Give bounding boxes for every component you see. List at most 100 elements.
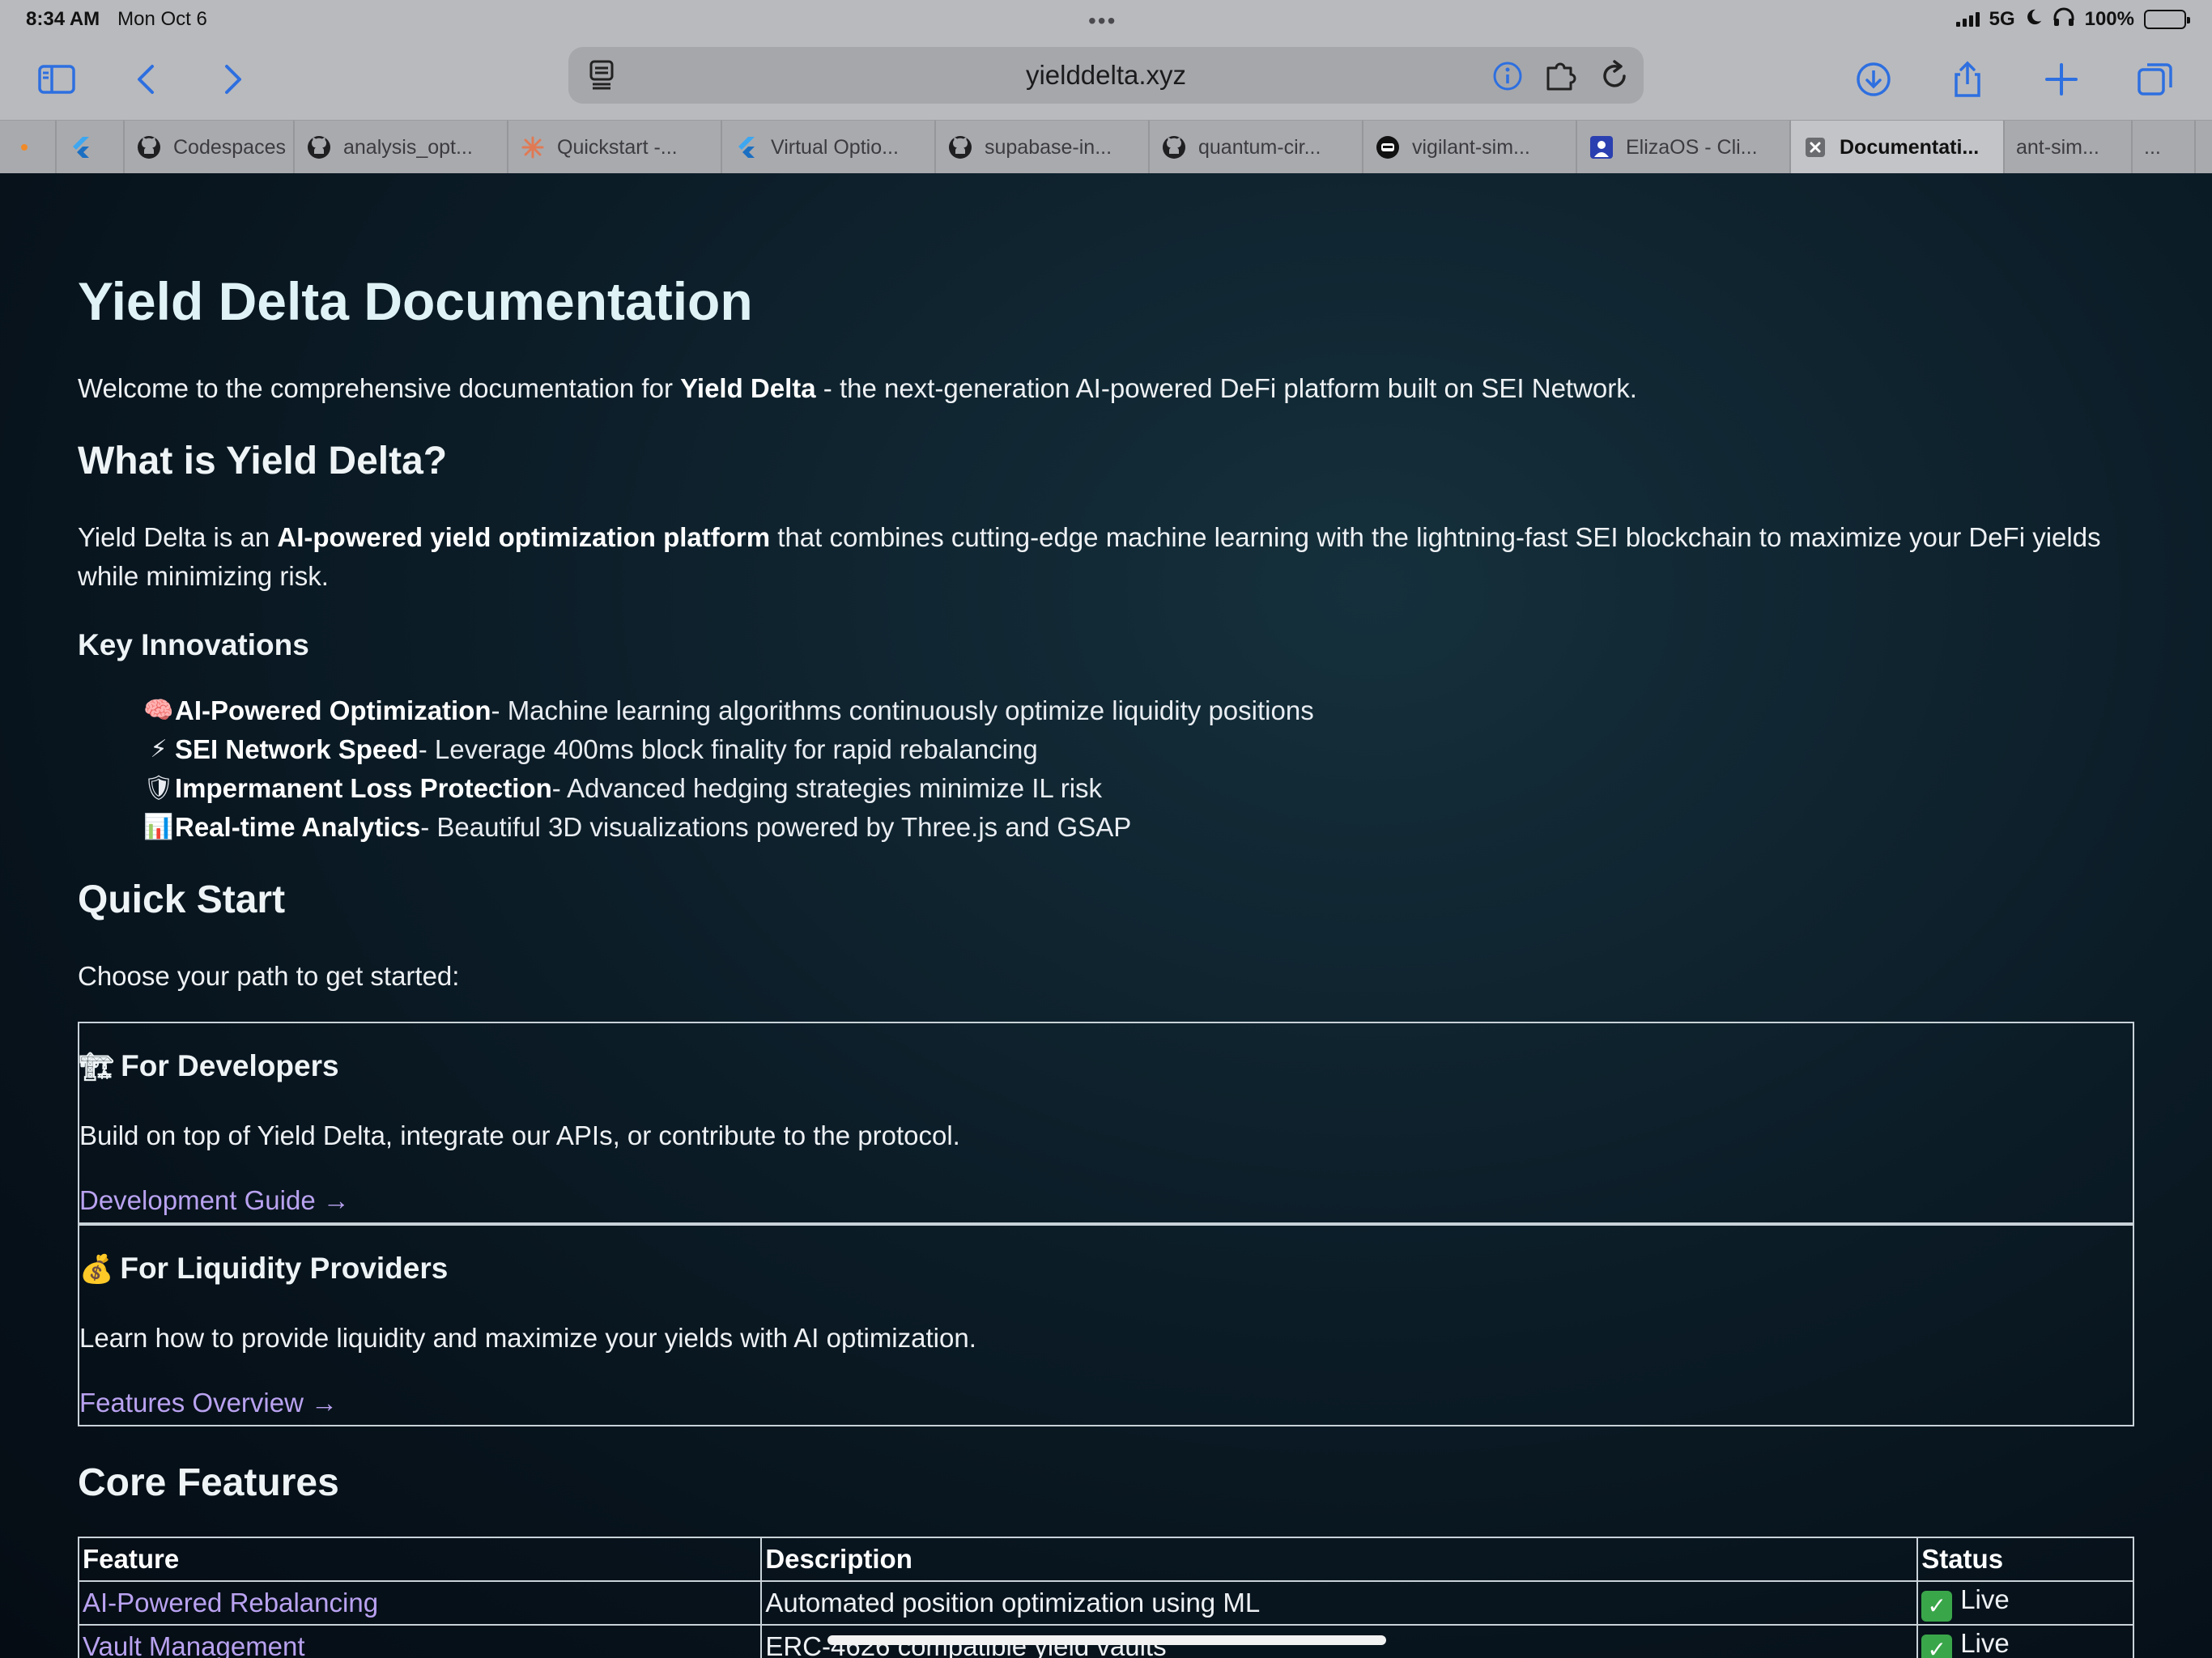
browser-tab[interactable]: Documentati... [1791,121,2005,174]
robot-icon [1375,134,1401,160]
status-text: Live [1960,1584,2010,1614]
intro-paragraph: Welcome to the comprehensive documentati… [78,369,2134,408]
tab-label: Documentati... [1840,135,1980,159]
tab-label: ant-sim... [2016,135,2099,159]
github-icon [306,134,332,160]
firefox-icon [11,134,37,160]
card-liquidity-providers: 💰 For Liquidity Providers Learn how to pr… [78,1224,2134,1426]
sidebar-icon[interactable] [31,53,83,105]
browser-tab[interactable]: ... [2133,121,2196,174]
close-icon[interactable] [1802,134,1828,160]
browser-tab[interactable]: analysis_opt... [295,121,508,174]
browser-tab[interactable] [57,121,125,174]
extension-icon[interactable] [1543,58,1579,94]
construction-icon: 🏗 [79,1052,115,1082]
what-heading: What is Yield Delta? [78,440,448,483]
eliza-icon [1589,134,1614,160]
status-bar: 8:34 AM Mon Oct 6 ••• 5G 100% [0,0,2212,39]
browser-tab[interactable]: Codespaces [125,121,295,174]
share-icon[interactable] [1942,53,1993,105]
tab-label: analysis_opt... [343,135,473,159]
money-bag-icon: 💰 [79,1254,114,1285]
web-page: Yield Delta Documentation Welcome to the… [0,173,2212,1658]
list-item: 🧠 AI-Powered Optimization - Machine learni… [143,691,1314,730]
github-icon [947,134,973,160]
tab-label: Quickstart -... [557,135,678,159]
claude-icon [520,134,546,160]
table-header-row: Feature Description Status [77,1537,2134,1582]
browser-toolbar: yielddelta.xyz [0,39,2212,120]
what-paragraph: Yield Delta is an AI-powered yield optim… [78,518,2134,596]
innovation-text: - Leverage 400ms block finality for rapi… [418,734,1038,764]
innovation-title: AI-Powered Optimization [175,695,491,725]
browser-tab[interactable]: Virtual Optio... [722,121,936,174]
network-type: 5G [1989,8,2015,30]
tab-label: Virtual Optio... [771,135,899,159]
innovation-title: Impermanent Loss Protection [175,773,552,803]
reload-icon[interactable] [1597,58,1632,94]
development-guide-link[interactable]: Development Guide → [79,1185,350,1216]
browser-tab[interactable]: ant-sim... [2005,121,2133,174]
feature-link[interactable]: Vault Management [77,1624,763,1658]
feature-status: ✓ Live [1916,1580,2134,1626]
check-mark-icon: ✓ [1921,1635,1953,1658]
battery-percent: 100% [2084,8,2134,30]
feature-description: Automated position optimization using ML [760,1580,1919,1626]
what-bold: AI-powered yield optimization platform [277,522,771,552]
flutter-icon [68,134,94,160]
home-indicator[interactable] [827,1635,1386,1645]
tab-label: supabase-in... [985,135,1112,159]
table-row: AI-Powered Rebalancing Automated position… [77,1580,2134,1626]
forward-icon[interactable] [206,53,257,105]
innovation-text: - Beautiful 3D visualizations powered by… [420,812,1132,842]
tab-label: Codespaces [173,135,286,159]
tab-label: ... [2144,135,2161,159]
feature-status: ✓ Live [1916,1624,2134,1658]
bar-chart-icon: 📊 [143,814,174,840]
back-icon[interactable] [121,53,173,105]
what-text: Yield Delta is an [78,522,278,552]
github-icon [136,134,162,160]
list-item: 📊 Real-time Analytics - Beautiful 3D visua… [143,808,1314,847]
features-overview-link[interactable]: Features Overview → [79,1388,338,1418]
flutter-icon [734,134,759,160]
check-mark-icon: ✓ [1921,1591,1953,1622]
browser-tab[interactable] [0,121,57,174]
card-title-text: For Developers [121,1049,339,1082]
new-tab-icon[interactable] [2035,53,2087,105]
multitasking-dots-icon[interactable]: ••• [1088,8,1117,34]
column-header: Description [760,1537,1919,1582]
info-icon[interactable] [1490,58,1525,94]
card-developers: 🏗 For Developers Build on top of Yield De… [78,1022,2134,1224]
column-header: Feature [77,1537,763,1582]
column-header: Status [1916,1537,2134,1582]
card-text: Build on top of Yield Delta, integrate o… [79,1120,960,1150]
innovation-text: - Advanced hedging strategies minimize I… [551,773,1103,803]
card-text: Learn how to provide liquidity and maxim… [79,1323,976,1353]
innovation-text: - Machine learning algorithms continuous… [491,695,1314,725]
browser-tab[interactable]: supabase-in... [936,121,1150,174]
card-title-text: For Liquidity Providers [120,1252,449,1285]
address-bar[interactable]: yielddelta.xyz [568,47,1644,104]
shield-icon: 🛡 [143,775,175,801]
tab-strip: Codespaces analysis_opt... Quickstart -...… [0,120,2212,174]
tab-overview-icon[interactable] [2129,53,2181,105]
tab-label: quantum-cir... [1198,135,1321,159]
quickstart-text: Choose your path to get started: [78,961,460,991]
browser-tab[interactable]: vigilant-sim... [1363,121,1577,174]
browser-tab[interactable]: ElizaOS - Cli... [1577,121,1791,174]
browser-tab[interactable]: quantum-cir... [1150,121,1363,174]
features-heading: Core Features [78,1461,339,1504]
download-icon[interactable] [1848,53,1899,105]
feature-link[interactable]: AI-Powered Rebalancing [77,1580,763,1626]
browser-tab[interactable]: Quickstart -... [508,121,722,174]
lightning-icon: ⚡ [150,736,168,763]
url-text[interactable]: yielddelta.xyz [568,60,1644,91]
status-text: Live [1960,1628,2010,1658]
focus-moon-icon [2025,8,2043,32]
list-item: 🛡 Impermanent Loss Protection - Advanced h… [143,769,1314,808]
innovation-title: SEI Network Speed [175,734,419,764]
innovation-title: Real-time Analytics [175,812,421,842]
cellular-signal-icon [1955,12,1980,27]
status-date: Mon Oct 6 [117,8,207,30]
